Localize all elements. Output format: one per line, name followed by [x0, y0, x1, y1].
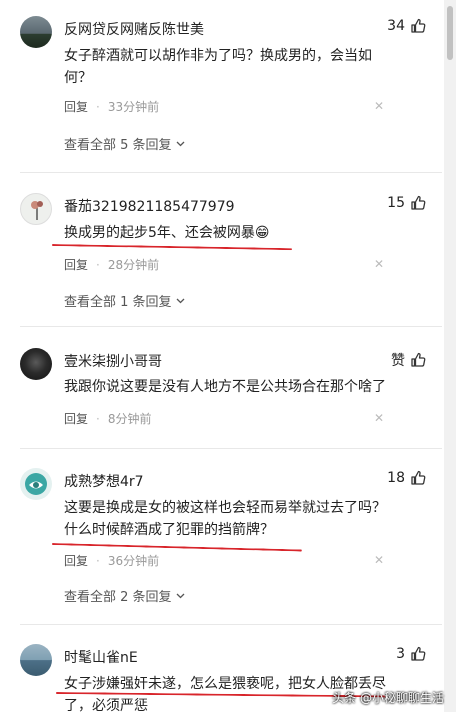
separator-dot: ·	[96, 257, 100, 272]
close-icon[interactable]: ✕	[374, 553, 384, 567]
avatar[interactable]	[20, 644, 52, 676]
divider	[20, 624, 442, 625]
thumbs-up-icon	[411, 18, 426, 33]
chevron-down-icon	[176, 298, 185, 304]
timestamp: 33分钟前	[107, 100, 160, 114]
username[interactable]: 成熟梦想4r7	[64, 471, 144, 491]
divider	[20, 448, 442, 449]
username[interactable]: 时髦山雀nE	[64, 647, 138, 667]
like-label: 赞	[391, 353, 405, 369]
separator-dot: ·	[96, 411, 100, 426]
avatar[interactable]	[20, 348, 52, 380]
view-replies-link[interactable]: 查看全部 2 条回复	[64, 586, 186, 605]
timestamp: 28分钟前	[107, 258, 160, 272]
like-button[interactable]: 赞	[391, 350, 426, 370]
comment-item: 反网贷反网赌反陈世美 34 女子醉酒就可以胡作非为了吗？换成男的，会当如 何？ …	[0, 16, 442, 166]
like-count: 18	[387, 470, 405, 486]
comment-item: 番茄3219821185477979 15 换成男的起步5年、还会被网暴😁 回复…	[0, 193, 442, 313]
view-replies-label: 查看全部 1 条回复	[64, 295, 172, 310]
chevron-down-icon	[176, 141, 185, 147]
avatar[interactable]	[20, 16, 52, 48]
username[interactable]: 番茄3219821185477979	[64, 196, 235, 216]
thumbs-up-icon	[411, 470, 426, 485]
reply-button[interactable]: 回复	[64, 410, 88, 427]
like-button[interactable]: 3	[396, 646, 426, 662]
scrollbar-thumb[interactable]	[447, 6, 453, 60]
chevron-down-icon	[176, 593, 185, 599]
divider	[20, 172, 442, 173]
timestamp: 8分钟前	[107, 412, 152, 426]
close-icon[interactable]: ✕	[374, 411, 384, 425]
avatar[interactable]	[20, 193, 52, 225]
close-icon[interactable]: ✕	[374, 99, 384, 113]
comment-text-line: 换成男的起步5年、还会被网暴😁	[64, 225, 270, 241]
reply-button[interactable]: 回复	[64, 98, 88, 115]
like-count: 3	[396, 646, 405, 662]
divider	[20, 326, 442, 327]
username[interactable]: 壹米柒捌小哥哥	[64, 351, 162, 371]
comment-text-line: 什么时候醉酒成了犯罪的挡箭牌？	[64, 522, 274, 538]
like-button[interactable]: 34	[387, 18, 426, 34]
close-icon[interactable]: ✕	[374, 257, 384, 271]
thumbs-up-icon	[411, 646, 426, 661]
avatar-image	[31, 201, 43, 220]
comment-text-line: 这要是换成是女的被这样也会轻而易举就过去了吗？	[64, 500, 386, 516]
separator-dot: ·	[96, 99, 100, 114]
reply-button[interactable]: 回复	[64, 552, 88, 569]
view-replies-label: 查看全部 5 条回复	[64, 138, 172, 153]
comment-text-line: 我跟你说这要是没有人地方不是公共场合在那个啥了	[64, 379, 386, 395]
view-replies-label: 查看全部 2 条回复	[64, 590, 172, 605]
comment-text-line: 女子醉酒就可以胡作非为了吗？换成男的，会当如	[64, 48, 372, 64]
like-count: 15	[387, 195, 405, 211]
view-replies-link[interactable]: 查看全部 5 条回复	[64, 134, 186, 153]
avatar-image	[25, 473, 47, 495]
separator-dot: ·	[96, 553, 100, 568]
reply-button[interactable]: 回复	[64, 256, 88, 273]
comment-text-line: 何？	[64, 70, 92, 86]
like-button[interactable]: 15	[387, 195, 426, 211]
comment-item: 成熟梦想4r7 18 这要是换成是女的被这样也会轻而易举就过去了吗？ 什么时候醉…	[0, 468, 442, 608]
avatar[interactable]	[20, 468, 52, 500]
like-button[interactable]: 18	[387, 470, 426, 486]
watermark: 头条 @小秘聊聊生活	[332, 691, 444, 705]
username[interactable]: 反网贷反网赌反陈世美	[64, 19, 204, 39]
comment-item: 壹米柒捌小哥哥 赞 我跟你说这要是没有人地方不是公共场合在那个啥了 回复 · 8…	[0, 348, 442, 438]
scrollbar[interactable]	[444, 0, 456, 712]
thumbs-up-icon	[411, 195, 426, 210]
thumbs-up-icon	[411, 352, 426, 367]
view-replies-link[interactable]: 查看全部 1 条回复	[64, 291, 186, 310]
like-count: 34	[387, 18, 405, 34]
timestamp: 36分钟前	[107, 554, 160, 568]
